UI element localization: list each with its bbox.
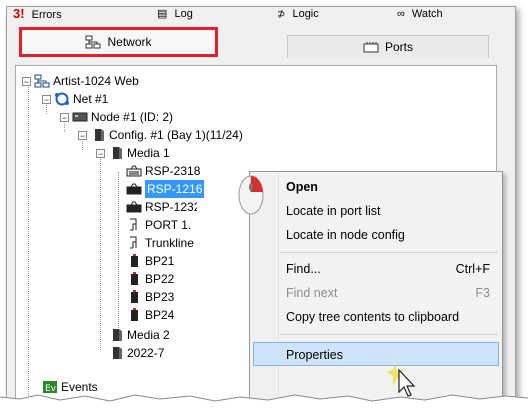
menu-item-locate-node[interactable]: Locate in node config [286,224,494,246]
beltpack-icon [131,254,138,267]
tree-item-selected[interactable]: RSP-1216 [126,180,205,198]
log-icon: ▤ [157,8,168,20]
tree-item[interactable]: BP24 [126,306,174,324]
logic-icon: ⊅ [277,9,286,20]
mouse-right-click-icon [238,175,264,215]
tab-ports[interactable]: Ports [287,35,489,58]
tree-node-node[interactable]: − Node #1 (ID: 2) [60,108,173,126]
upper-tab-strip: 3! Errors ▤ Log ⊅ Logic ∞ Watch [7,7,515,26]
tree-node-media1[interactable]: − Media 1 [96,144,170,162]
tab-watch[interactable]: ∞ Watch [397,7,507,25]
tab-strip: Network Ports [7,25,515,65]
rack-icon [113,329,122,341]
panel-icon [126,183,142,195]
node-device-icon [72,112,88,122]
tree-item[interactable]: BP21 [126,252,174,270]
beltpack-icon [131,272,138,285]
tree-item[interactable]: Trunkline [126,234,194,252]
rack-icon [113,347,122,359]
tree-line [28,82,29,402]
tree-node-media2[interactable]: Media 2 [108,326,170,344]
tab-network[interactable]: Network [19,27,218,57]
menu-item-find-next: Find next F3 [286,286,490,300]
context-menu: Open Locate in port list Locate in node … [249,171,503,402]
network-icon [85,35,101,49]
tree-item[interactable]: RSP-1232 [126,198,197,216]
errors-icon: 3! [13,7,25,21]
ports-icon [363,42,379,53]
beltpack-icon [131,308,138,321]
menu-item-properties[interactable]: Properties [253,342,499,366]
menu-separator [280,252,498,253]
menu-item-locate-port[interactable]: Locate in port list [286,200,494,222]
collapse-toggle[interactable]: − [96,148,105,158]
menu-item-open[interactable]: Open [286,176,494,198]
collapse-toggle[interactable]: − [78,130,87,140]
tree-node-config[interactable]: − Config. #1 (Bay 1)(11/24) [78,126,243,144]
rack-icon [95,129,104,141]
tab-errors[interactable]: 3! Errors [13,7,123,25]
tree-node-root[interactable]: − Artist-1024 Web [22,72,139,90]
collapse-toggle[interactable]: − [60,112,69,122]
collapse-toggle[interactable]: − [22,76,31,86]
tree-line [100,154,101,350]
tree-item[interactable]: BP23 [126,288,174,306]
panel-icon [126,165,142,177]
tree-node-net[interactable]: − Net #1 [42,90,108,108]
menu-separator [280,334,498,335]
torn-edge [0,394,528,411]
port-icon [130,218,137,231]
tree-item[interactable]: BP22 [126,270,174,288]
tree-line [118,172,119,332]
rack-icon [113,147,122,159]
port-icon [130,236,137,249]
beltpack-icon [131,290,138,303]
watch-icon: ∞ [397,8,405,20]
collapse-toggle[interactable]: − [42,94,51,104]
tree-item[interactable]: PORT 1. [126,216,191,234]
panel-icon [126,201,142,213]
menu-item-copy-tree[interactable]: Copy tree contents to clipboard [286,306,494,328]
tree-item[interactable]: RSP-2318 [126,162,200,180]
net-ring-icon [55,92,69,106]
tab-log[interactable]: ▤ Log [157,7,247,25]
menu-item-find[interactable]: Find... Ctrl+F [286,258,494,280]
network-icon [34,74,50,88]
tree-node-year[interactable]: 2022-7 [108,344,164,362]
tab-logic[interactable]: ⊅ Logic [277,7,377,25]
app-window: 3! Errors ▤ Log ⊅ Logic ∞ Watch Network [6,6,516,403]
